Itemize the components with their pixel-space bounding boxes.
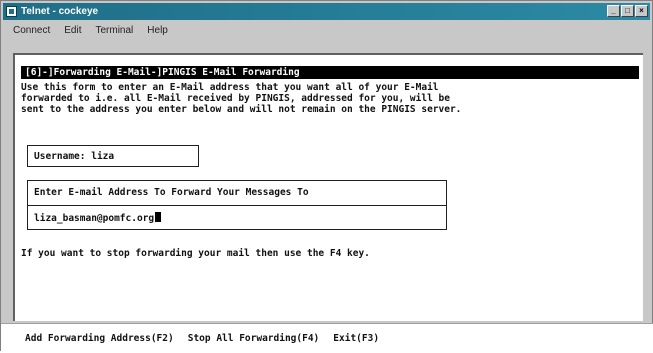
forward-prompt: Enter E-mail Address To Forward Your Mes… [34, 187, 309, 198]
forward-address-value: liza_basman@pomfc.org [34, 213, 155, 224]
stop-forwarding-key[interactable]: Stop All Forwarding(F4) [188, 333, 320, 344]
function-key-bar: Add Forwarding Address(F2) Stop All Forw… [1, 323, 653, 353]
maximize-button[interactable]: □ [621, 5, 634, 17]
username-box: Username: liza [27, 145, 199, 167]
title-bar[interactable]: Telnet - cockeye _ □ × [3, 3, 650, 20]
form-description: Use this form to enter an E-Mail address… [21, 82, 462, 115]
telnet-window: Telnet - cockeye _ □ × Connect Edit Term… [0, 0, 653, 353]
telnet-app-icon [6, 6, 17, 17]
menu-connect[interactable]: Connect [13, 25, 50, 36]
forward-address-input[interactable]: liza_basman@pomfc.org [34, 212, 162, 224]
stop-forwarding-hint: If you want to stop forwarding your mail… [21, 248, 370, 259]
box-divider [28, 205, 446, 206]
window-title: Telnet - cockeye [21, 6, 99, 17]
add-forwarding-key[interactable]: Add Forwarding Address(F2) [25, 333, 174, 344]
menu-bar: Connect Edit Terminal Help [3, 21, 650, 39]
screen-header: [6]-]Forwarding E-Mail-]PINGIS E-Mail Fo… [21, 66, 639, 79]
close-button[interactable]: × [635, 5, 648, 17]
menu-terminal[interactable]: Terminal [95, 25, 133, 36]
forward-address-box: Enter E-mail Address To Forward Your Mes… [27, 180, 447, 230]
menu-help[interactable]: Help [147, 25, 168, 36]
exit-key[interactable]: Exit(F3) [333, 333, 379, 344]
window-controls: _ □ × [607, 5, 648, 17]
minimize-button[interactable]: _ [607, 5, 620, 17]
text-cursor [155, 212, 162, 222]
terminal-screen[interactable]: [6]-]Forwarding E-Mail-]PINGIS E-Mail Fo… [13, 53, 643, 321]
menu-edit[interactable]: Edit [64, 25, 81, 36]
username-label: Username: [34, 151, 86, 162]
username-value: liza [91, 151, 115, 162]
